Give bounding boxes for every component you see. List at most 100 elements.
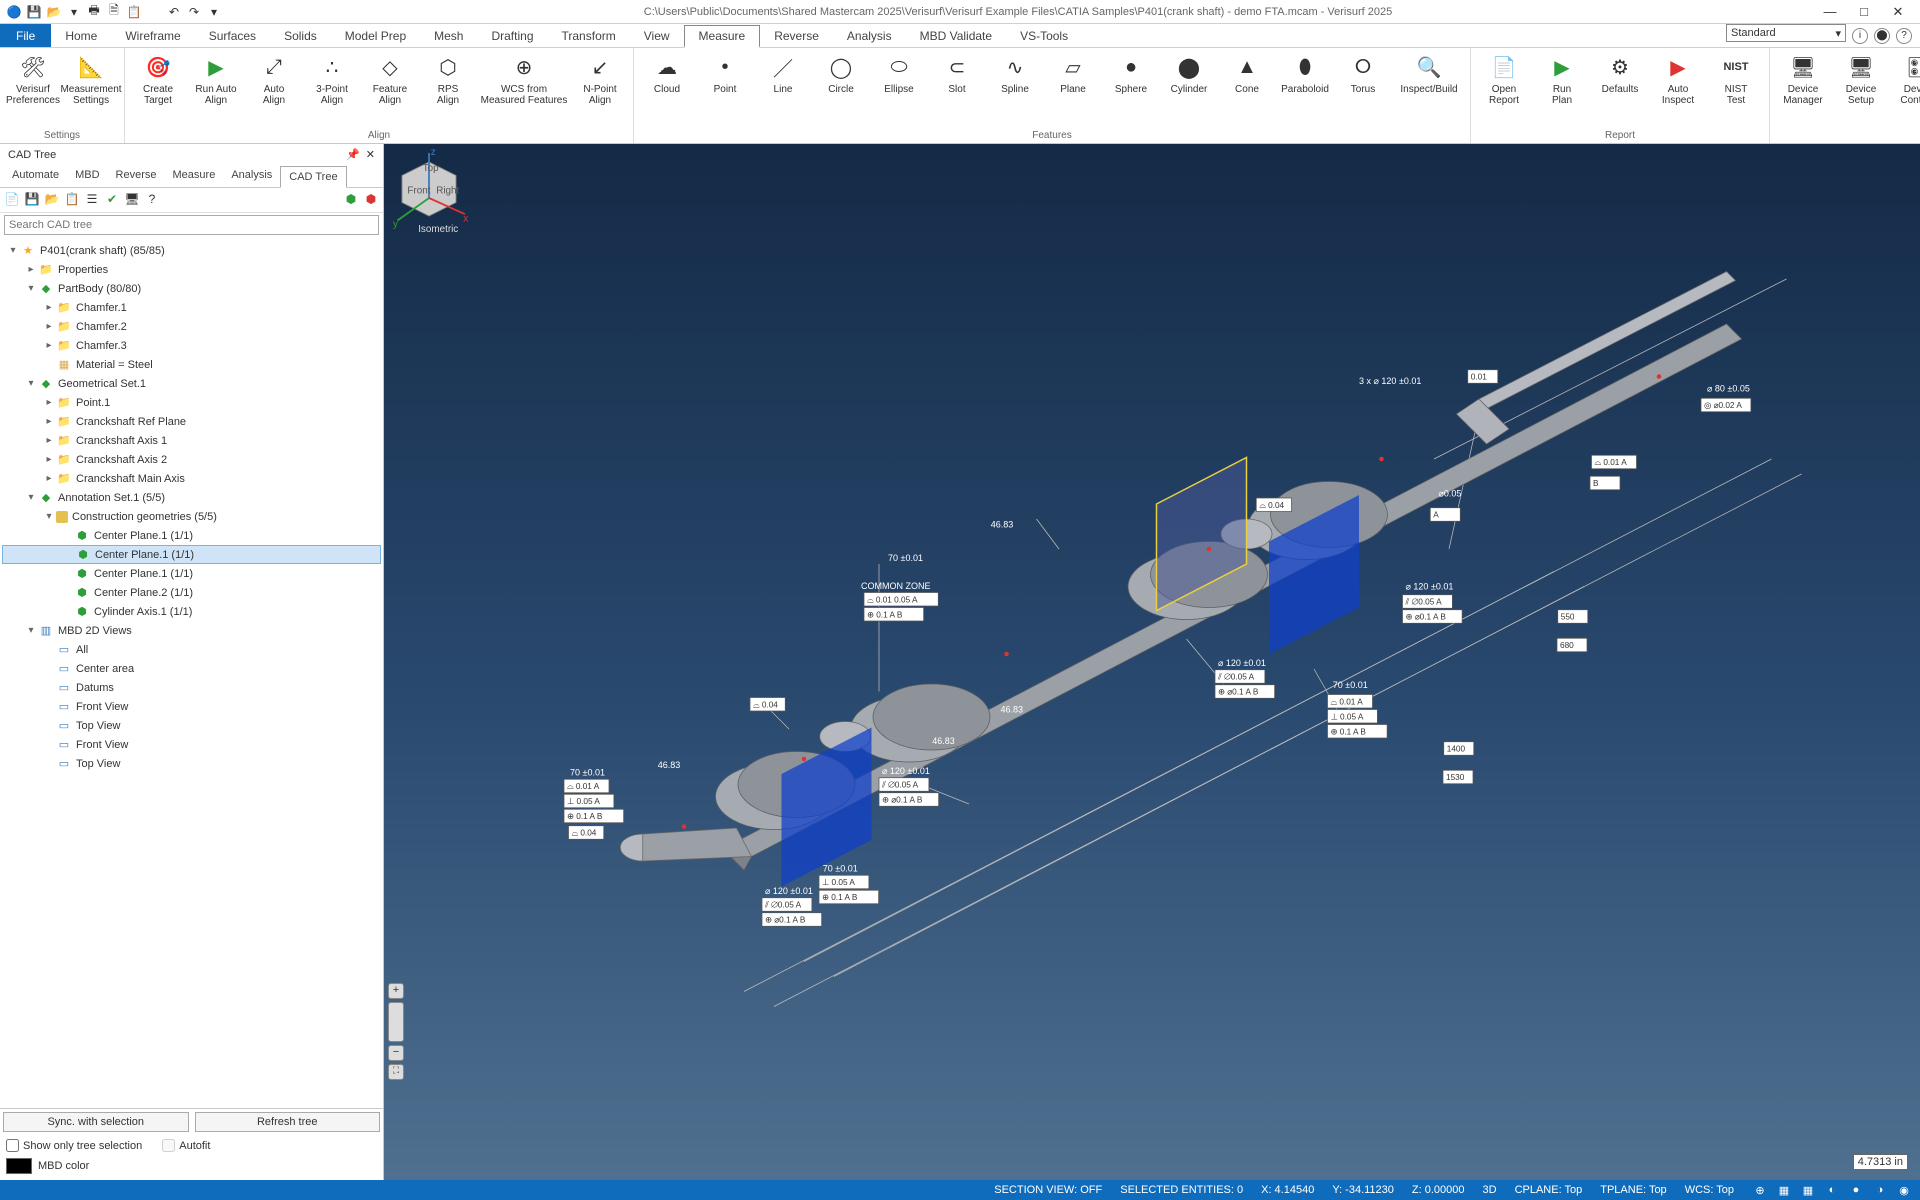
copy-icon[interactable]: 📋 (64, 192, 80, 208)
maximize-icon[interactable]: □ (1852, 4, 1876, 20)
menu-analysis[interactable]: Analysis (833, 24, 906, 47)
ribbon-verisurf-preferences[interactable]: 🛠VerisurfPreferences (6, 50, 60, 106)
tri-icon[interactable]: ◑ (1872, 1184, 1888, 1197)
ribbon-spline-[interactable]: ∿Spline (988, 50, 1042, 95)
tree-expander[interactable]: ▸ (42, 321, 56, 332)
help-icon[interactable]: ? (1896, 28, 1912, 44)
open-icon[interactable]: 📂 (44, 192, 60, 208)
ribbon-measurement-settings[interactable]: 📐MeasurementSettings (64, 50, 118, 106)
ribbon-line-[interactable]: ／Line (756, 50, 810, 95)
ribbon-sphere-[interactable]: ●Sphere (1104, 50, 1158, 95)
ribbon-ellipse-[interactable]: ⬭Ellipse (872, 50, 926, 95)
tree-node[interactable]: ▾◆Geometrical Set.1 (2, 374, 381, 393)
ribbon-device-manager[interactable]: 🖥DeviceManager (1776, 50, 1830, 106)
file-menu[interactable]: File (0, 24, 51, 47)
minimize-icon[interactable]: — (1818, 4, 1842, 20)
tree-node[interactable]: ▾◆Annotation Set.1 (5/5) (2, 488, 381, 507)
qa-icon[interactable]: ↷ (186, 4, 202, 20)
tree-node[interactable]: ▦Material = Steel (2, 355, 381, 374)
tab-automate[interactable]: Automate (4, 165, 67, 187)
tree-node[interactable]: ▸📁Cranckshaft Ref Plane (2, 412, 381, 431)
tree-node[interactable]: ▾★P401(crank shaft) (85/85) (2, 241, 381, 260)
qa-icon[interactable]: ▾ (66, 4, 82, 20)
ribbon-circle-[interactable]: ◯Circle (814, 50, 868, 95)
ribbon-create-target[interactable]: 🎯CreateTarget (131, 50, 185, 106)
tree-expander[interactable]: ▾ (6, 245, 20, 256)
tree-node[interactable]: ▾Construction geometries (5/5) (2, 507, 381, 526)
tree-node[interactable]: ▸📁Chamfer.1 (2, 298, 381, 317)
ribbon-device-setup[interactable]: 🖥DeviceSetup (1834, 50, 1888, 106)
ribbon-torus-[interactable]: ⭘Torus (1336, 50, 1390, 95)
tree-node[interactable]: ▸📁Chamfer.2 (2, 317, 381, 336)
ribbon-n-point-align[interactable]: ↙N-PointAlign (573, 50, 627, 106)
tab-measure[interactable]: Measure (165, 165, 224, 187)
ribbon-wcs-from-measured-features[interactable]: ⊕WCS fromMeasured Features (479, 50, 569, 106)
qa-icon[interactable]: 🔵 (6, 4, 22, 20)
3d-viewport[interactable]: 3 x ⌀ 120 ±0.0170 ±0.0170 ±0.0170 ±0.017… (384, 144, 1920, 1180)
ribbon-rps-align[interactable]: ⬡RPSAlign (421, 50, 475, 106)
tree-expander[interactable]: ▸ (42, 473, 56, 484)
ribbon-cloud-[interactable]: ☁Cloud (640, 50, 694, 95)
tree-node[interactable]: ▾◆PartBody (80/80) (2, 279, 381, 298)
tree-node[interactable]: ⬢Center Plane.1 (1/1) (2, 545, 381, 564)
status-cplane[interactable]: CPLANE: Top (1515, 1184, 1583, 1196)
qa-icon[interactable]: ↶ (166, 4, 182, 20)
tree-node[interactable]: ▸📁Cranckshaft Axis 2 (2, 450, 381, 469)
tree-expander[interactable]: ▸ (24, 264, 38, 275)
qa-icon[interactable]: 🖶 (86, 4, 102, 20)
qa-icon[interactable]: ▾ (206, 4, 222, 20)
tree-expander[interactable]: ▸ (42, 454, 56, 465)
search-input[interactable] (4, 215, 379, 235)
axis-widget[interactable]: z y x Isometric Top Front Right (384, 144, 474, 234)
tree-node[interactable]: ▭Center area (2, 659, 381, 678)
check-icon[interactable]: ✔ (104, 192, 120, 208)
save-icon[interactable]: 💾 (24, 192, 40, 208)
tree-node[interactable]: ▸📁Cranckshaft Main Axis (2, 469, 381, 488)
globe-icon[interactable]: ⊕ (1752, 1184, 1768, 1197)
cube-del-icon[interactable]: ⬢ (363, 192, 379, 208)
tree-node[interactable]: ⬢Cylinder Axis.1 (1/1) (2, 602, 381, 621)
tree-expander[interactable]: ▾ (24, 283, 38, 294)
ribbon-cone-[interactable]: ▲Cone (1220, 50, 1274, 95)
status-tplane[interactable]: TPLANE: Top (1600, 1184, 1666, 1196)
menu-measure[interactable]: Measure (684, 25, 761, 48)
tree-node[interactable]: ⬢Center Plane.1 (1/1) (2, 526, 381, 545)
tab-mbd[interactable]: MBD (67, 165, 107, 187)
zoom-in-icon[interactable]: + (388, 983, 404, 999)
tab-cad-tree[interactable]: CAD Tree (280, 166, 346, 188)
tree-expander[interactable]: ▸ (42, 340, 56, 351)
new-icon[interactable]: 📄 (4, 192, 20, 208)
menu-drafting[interactable]: Drafting (477, 24, 547, 47)
ribbon-run-auto-align[interactable]: ▶Run AutoAlign (189, 50, 243, 106)
tree-node[interactable]: ▭All (2, 640, 381, 659)
menu-surfaces[interactable]: Surfaces (195, 24, 270, 47)
menu-mbd-validate[interactable]: MBD Validate (906, 24, 1006, 47)
tree-node[interactable]: ▸📁Cranckshaft Axis 1 (2, 431, 381, 450)
tree-node[interactable]: ▭Top View (2, 754, 381, 773)
menu-home[interactable]: Home (51, 24, 111, 47)
show-only-checkbox[interactable]: Show only tree selection (6, 1139, 142, 1152)
ribbon-point-[interactable]: •Point (698, 50, 752, 95)
tree-expander[interactable]: ▾ (24, 378, 38, 389)
tree-expander[interactable]: ▾ (42, 511, 56, 522)
tree-expander[interactable]: ▸ (42, 302, 56, 313)
tree-node[interactable]: ▭Front View (2, 697, 381, 716)
tree-expander[interactable]: ▸ (42, 435, 56, 446)
tree-node[interactable]: ⬢Center Plane.2 (1/1) (2, 583, 381, 602)
close-icon[interactable]: ✕ (1886, 4, 1910, 20)
menu-reverse[interactable]: Reverse (760, 24, 833, 47)
autofit-checkbox[interactable]: Autofit (162, 1139, 210, 1152)
status-wcs[interactable]: WCS: Top (1685, 1184, 1734, 1196)
sync-button[interactable]: Sync. with selection (3, 1112, 189, 1132)
tree-node[interactable]: ▸📁Chamfer.3 (2, 336, 381, 355)
dot-icon[interactable]: ◐ (1824, 1184, 1840, 1197)
ribbon-run-plan[interactable]: ▶RunPlan (1535, 50, 1589, 106)
tree-expander[interactable]: ▸ (42, 416, 56, 427)
menu-view[interactable]: View (630, 24, 684, 47)
menu-wireframe[interactable]: Wireframe (111, 24, 194, 47)
ribbon-feature-align[interactable]: ◇FeatureAlign (363, 50, 417, 106)
sphere-icon[interactable]: ● (1848, 1184, 1864, 1197)
tree-expander[interactable]: ▸ (42, 397, 56, 408)
list-icon[interactable]: ☰ (84, 192, 100, 208)
tree-node[interactable]: ⬢Center Plane.1 (1/1) (2, 564, 381, 583)
